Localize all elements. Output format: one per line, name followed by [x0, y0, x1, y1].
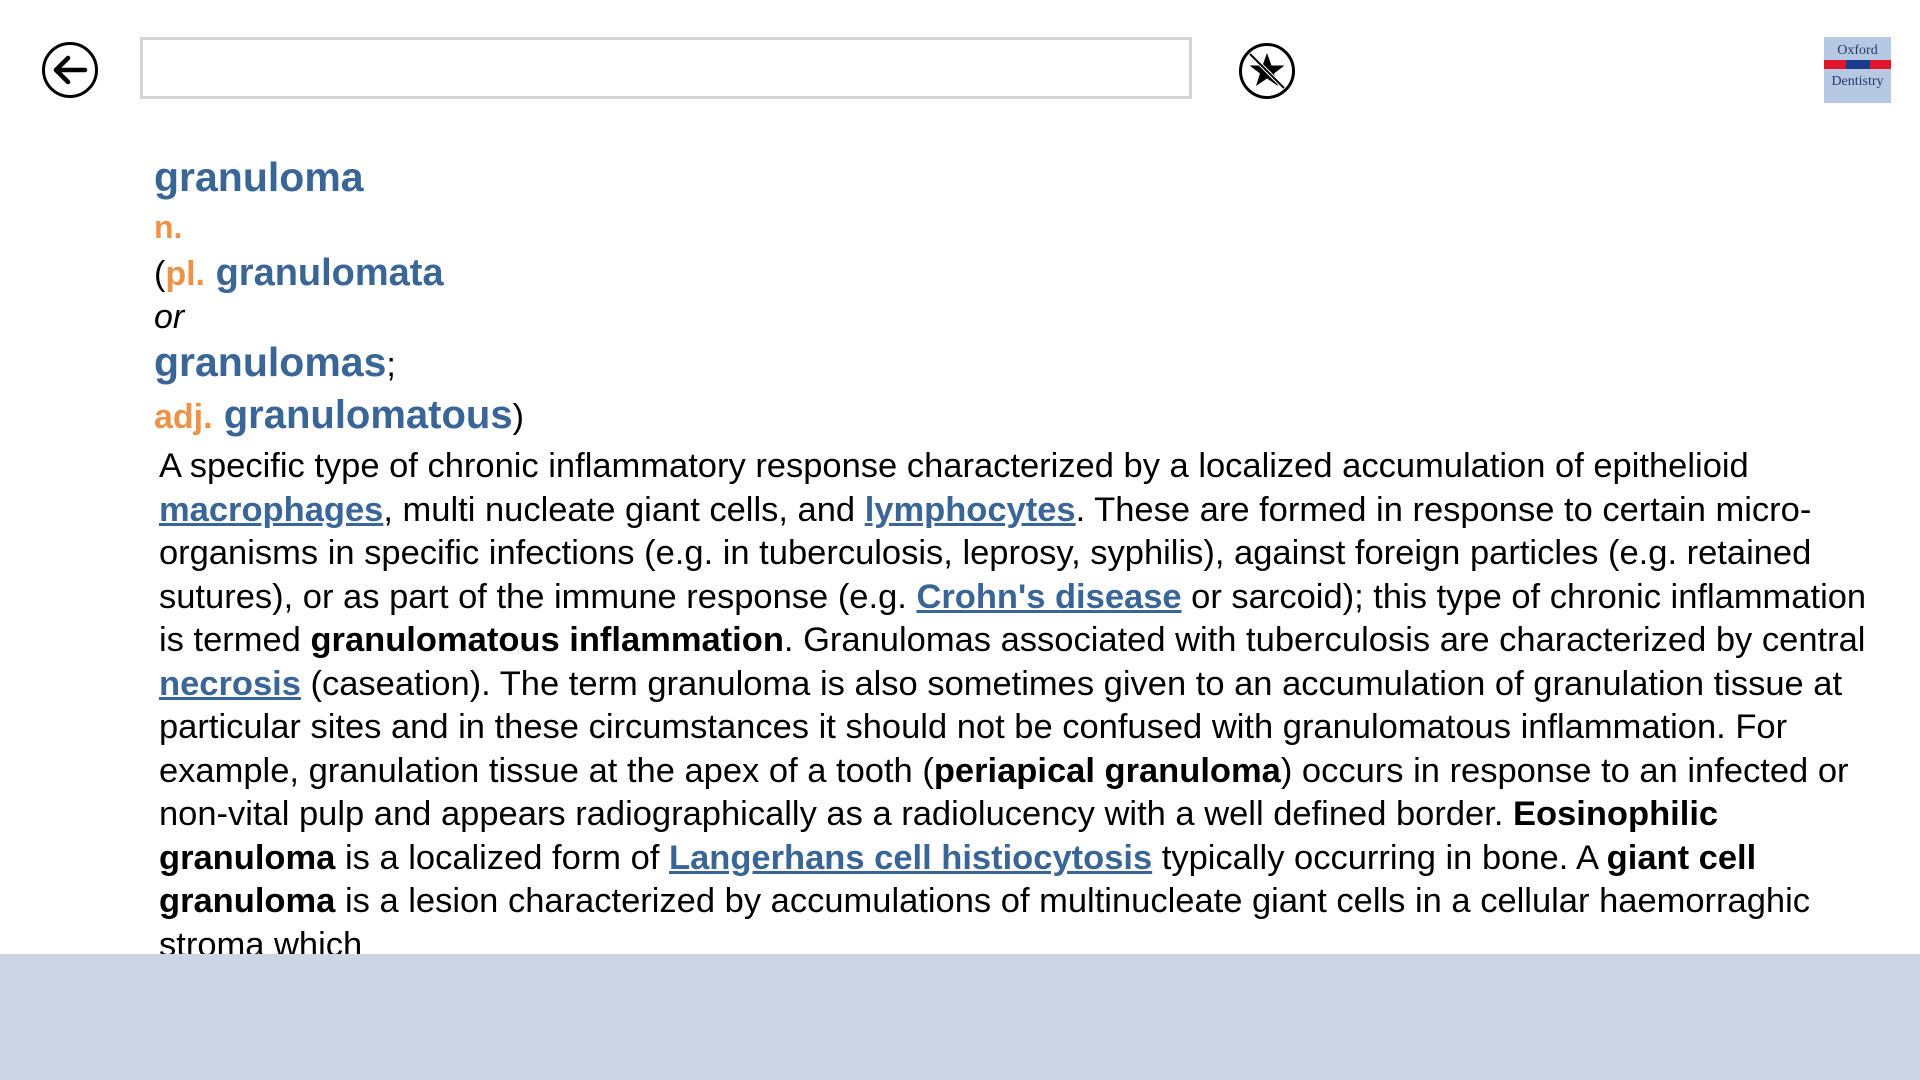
link-lymphocytes[interactable]: lymphocytes [865, 491, 1076, 529]
entry-header: granuloma n. (pl. granulomata or granulo… [154, 150, 1894, 443]
term-periapical-granuloma: periapical granuloma [933, 751, 1281, 790]
term-granulomatous-inflammation: granulomatous inflammation [310, 621, 784, 659]
search-input[interactable] [140, 37, 1192, 99]
plural-label: pl. [165, 255, 205, 293]
part-of-speech: n. [154, 209, 183, 245]
plural-form-2: granulomas [154, 339, 387, 385]
definition-segment: , multi nucleate giant cells, and [383, 490, 865, 529]
back-button[interactable] [41, 41, 99, 99]
favorite-star-icon [1239, 43, 1295, 99]
or-connector: or [154, 298, 185, 336]
dictionary-page: Oxford Dentistry granuloma n. (pl. granu… [0, 0, 1920, 1080]
headword: granuloma [154, 154, 364, 200]
adjective-label: adj. [154, 398, 213, 436]
definition-segment: is a localized form of [335, 838, 669, 877]
semicolon: ; [386, 346, 396, 384]
logo-line-dentistry: Dentistry [1831, 74, 1884, 89]
favorite-button[interactable] [1238, 42, 1296, 100]
logo-stripe [1824, 60, 1891, 69]
plural-form-1: granulomata [215, 252, 444, 294]
logo-line-oxford: Oxford [1837, 43, 1878, 58]
definition-text: A specific type of chronic inflammatory … [159, 445, 1899, 967]
logo-stripe-center [1846, 60, 1870, 69]
link-necrosis[interactable]: necrosis [159, 665, 301, 703]
definition-segment: is a lesion characterized by accumulatio… [159, 882, 1811, 964]
paren-close: ) [512, 398, 524, 436]
bottom-app-bar [0, 954, 1920, 1080]
oxford-dentistry-logo[interactable]: Oxford Dentistry [1824, 37, 1891, 103]
definition-segment: A specific type of chronic inflammatory … [159, 447, 1749, 485]
adjective-form: granulomatous [223, 393, 513, 437]
link-langerhans-cell-histiocytosis[interactable]: Langerhans cell histiocytosis [669, 839, 1152, 877]
definition-segment: typically occurring in bone. A [1152, 838, 1607, 877]
link-macrophages[interactable]: macrophages [159, 491, 383, 529]
paren-open: ( [154, 255, 166, 293]
link-crohns-disease[interactable]: Crohn's disease [916, 578, 1181, 616]
back-arrow-icon [42, 42, 98, 98]
definition-segment: . Granulomas associated with tuberculosi… [783, 621, 1866, 659]
